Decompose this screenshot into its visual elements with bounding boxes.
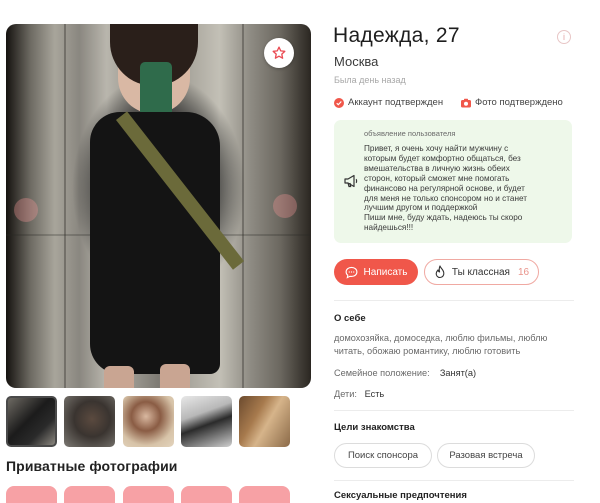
- marital-status: Семейное положение: Занят(а): [334, 368, 476, 378]
- send-message-button[interactable]: Написать: [334, 259, 418, 285]
- profile-name-age: Надежда, 27: [333, 24, 460, 47]
- private-photo-tile[interactable]: [64, 486, 115, 503]
- verified-photo-badge: Фото подтверждено: [461, 97, 563, 108]
- goals-title: Цели знакомства: [334, 422, 415, 433]
- last-seen-status: Была день назад: [334, 75, 406, 85]
- main-profile-photo[interactable]: [6, 24, 311, 388]
- photo-figure-phone: [140, 62, 172, 118]
- verified-account-badge: Аккаунт подтвержден: [334, 97, 443, 108]
- elevator-panel-line: [64, 24, 66, 388]
- photo-thumbnail[interactable]: [239, 396, 290, 447]
- flame-icon: [435, 265, 445, 279]
- private-photo-tile[interactable]: [181, 486, 232, 503]
- info-icon[interactable]: i: [557, 30, 571, 44]
- kids-value: Есть: [364, 389, 385, 399]
- send-message-label: Написать: [363, 266, 408, 278]
- section-divider: [334, 300, 574, 301]
- about-text: домохозяйка, домоседка, люблю фильмы, лю…: [334, 333, 548, 356]
- favorite-button[interactable]: [264, 38, 294, 68]
- private-photo-tile[interactable]: [6, 486, 57, 503]
- private-photos-row: [6, 486, 306, 503]
- profile-city: Москва: [334, 54, 379, 69]
- next-photo-button[interactable]: [273, 194, 297, 218]
- goal-chip[interactable]: Разовая встреча: [437, 443, 535, 468]
- marital-status-label: Семейное положение:: [334, 368, 430, 378]
- ad-label: объявление пользователя: [364, 129, 456, 138]
- photo-figure-leg: [160, 364, 190, 388]
- about-title: О себе: [334, 313, 366, 324]
- photo-thumbnail[interactable]: [64, 396, 115, 447]
- private-photo-tile[interactable]: [239, 486, 290, 503]
- goal-chip[interactable]: Поиск спонсора: [334, 443, 432, 468]
- photo-thumbnails: [6, 396, 306, 448]
- user-ad-box: объявление пользователя Привет, я очень …: [334, 120, 572, 243]
- private-photo-tile[interactable]: [123, 486, 174, 503]
- prev-photo-button[interactable]: [14, 198, 38, 222]
- compliment-label: Ты классная: [451, 266, 510, 278]
- preferences-title: Сексуальные предпочтения: [334, 490, 467, 501]
- star-icon: [272, 46, 286, 59]
- verified-photo-label: Фото подтверждено: [475, 97, 563, 108]
- megaphone-icon: [344, 174, 358, 188]
- camera-icon: [461, 98, 471, 107]
- photo-figure-leg: [104, 366, 134, 388]
- kids-label: Дети:: [334, 389, 357, 399]
- photo-thumbnail[interactable]: [181, 396, 232, 447]
- section-divider: [334, 410, 574, 411]
- private-photos-title: Приватные фотографии: [6, 458, 178, 474]
- compliment-button[interactable]: Ты классная 16: [424, 259, 539, 285]
- ad-text: Привет, я очень хочу найти мужчину с кот…: [364, 144, 528, 233]
- kids-status: Дети: Есть: [334, 389, 384, 399]
- marital-status-value: Занят(а): [439, 368, 477, 378]
- elevator-panel-line: [242, 24, 244, 388]
- chat-icon: [345, 266, 357, 279]
- check-circle-icon: [334, 97, 344, 108]
- photo-thumbnail[interactable]: [123, 396, 174, 447]
- compliment-count: 16: [517, 266, 530, 278]
- photo-thumbnail[interactable]: [6, 396, 57, 447]
- section-divider: [334, 480, 574, 481]
- verified-account-label: Аккаунт подтвержден: [348, 97, 444, 108]
